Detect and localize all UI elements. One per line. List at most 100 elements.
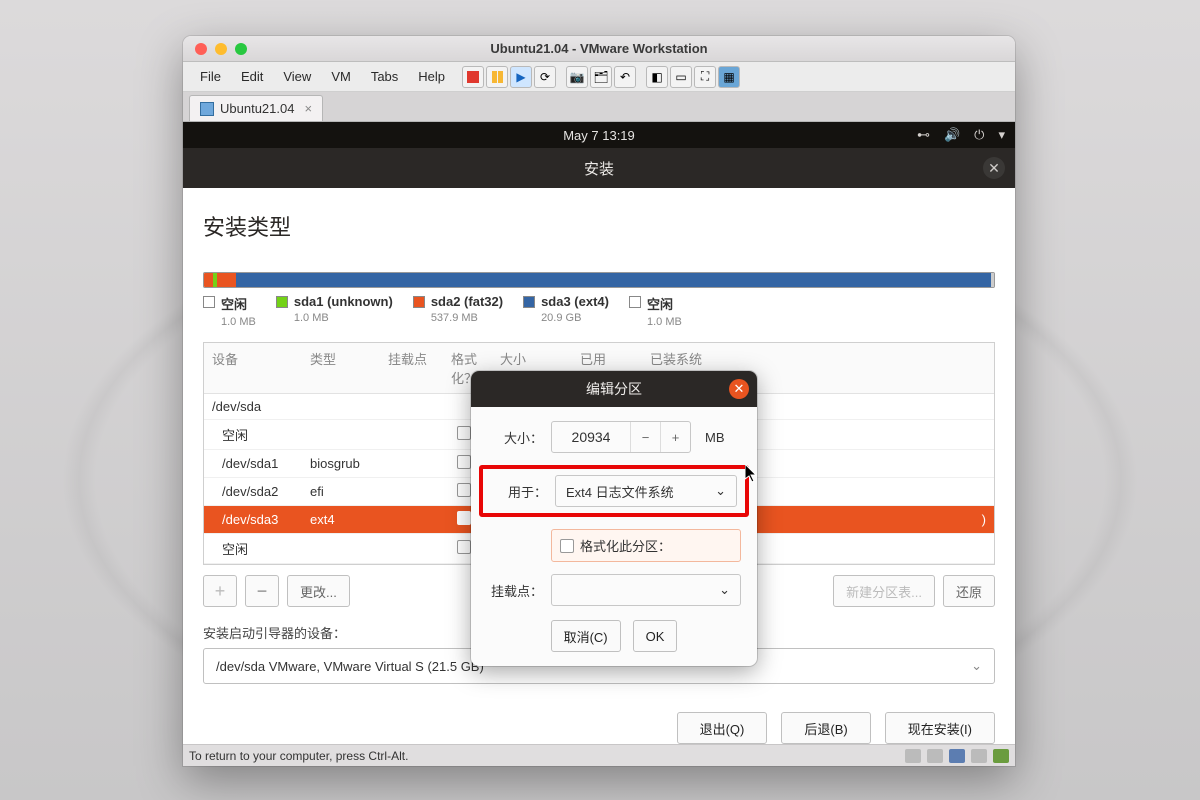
format-checkbox[interactable] — [457, 483, 471, 497]
mount-label: 挂载点： — [487, 581, 543, 600]
plus-button[interactable]: + — [660, 422, 690, 452]
size-input[interactable]: 20934 — [552, 429, 630, 445]
legend-size: 1.0 MB — [294, 312, 329, 324]
cell-device: /dev/sda1 — [204, 451, 302, 476]
chevron-down-icon: ⌄ — [719, 582, 730, 598]
status-bar: To return to your computer, press Ctrl-A… — [183, 744, 1015, 766]
fullscreen-icon[interactable]: ⛶ — [694, 66, 716, 88]
chevron-down-icon: ⌄ — [715, 483, 726, 499]
legend-label: 空闲 — [221, 297, 247, 312]
close-icon[interactable]: ✕ — [983, 157, 1005, 179]
power-icon[interactable]: ⏻ — [974, 127, 984, 143]
sound-icon[interactable] — [993, 749, 1009, 763]
snapshot-icon[interactable]: 📷 — [566, 66, 588, 88]
quit-button[interactable]: 退出(Q) — [677, 712, 768, 744]
new-table-button[interactable]: 新建分区表... — [833, 575, 935, 607]
edit-partition-dialog: 编辑分区 ✕ 大小： 20934 − + MB 用于： Ext4 日志文件系统 … — [471, 371, 757, 666]
dialog-title: 编辑分区 — [586, 379, 642, 399]
unity-icon[interactable]: ◧ — [646, 66, 668, 88]
dialog-title-bar: 编辑分区 ✕ — [471, 371, 757, 407]
back-button[interactable]: 后退(B) — [781, 712, 870, 744]
revert-button[interactable]: 还原 — [943, 575, 995, 607]
legend-label: sda2 (fat32) — [431, 294, 503, 309]
legend-size: 20.9 GB — [541, 312, 581, 324]
console-icon[interactable]: ▭ — [670, 66, 692, 88]
mount-select[interactable]: ⌄ — [551, 574, 741, 606]
power-off-icon[interactable] — [462, 66, 484, 88]
revert-icon[interactable]: ↶ — [614, 66, 636, 88]
usb-icon[interactable] — [971, 749, 987, 763]
menu-tabs[interactable]: Tabs — [362, 62, 407, 91]
size-stepper[interactable]: 20934 − + — [551, 421, 691, 453]
seg-sda3 — [236, 273, 991, 287]
use-as-select[interactable]: Ext4 日志文件系统 ⌄ — [555, 475, 737, 507]
swatch-icon — [276, 296, 288, 308]
mac-titlebar: Ubuntu21.04 - VMware Workstation — [183, 36, 1015, 62]
network-icon[interactable]: ⊷ — [917, 127, 930, 143]
menu-help[interactable]: Help — [409, 62, 454, 91]
system-tray[interactable]: ⊷ 🔊 ⏻ ▾ — [917, 127, 1005, 143]
change-button[interactable]: 更改... — [287, 575, 350, 607]
legend-size: 537.9 MB — [431, 312, 478, 324]
cell-device: /dev/sda — [204, 394, 302, 419]
cell-type: ext4 — [302, 507, 380, 532]
col-device: 设备 — [204, 343, 302, 393]
legend-label: sda3 (ext4) — [541, 294, 609, 309]
dialog-actions: 取消(C) OK — [471, 620, 757, 666]
snapshot-manager-icon[interactable]: 🗂 — [590, 66, 612, 88]
toolbar: ▶ ⟳ 📷 🗂 ↶ ◧ ▭ ⛶ ▦ — [462, 66, 740, 88]
cell-type: biosgrub — [302, 451, 380, 476]
thumbnail-icon[interactable]: ▦ — [718, 66, 740, 88]
tab-close-icon[interactable]: × — [304, 101, 312, 116]
ok-button[interactable]: OK — [633, 620, 678, 652]
close-icon[interactable]: ✕ — [729, 379, 749, 399]
cancel-button[interactable]: 取消(C) — [551, 620, 621, 652]
menu-file[interactable]: File — [191, 62, 230, 91]
format-checkbox[interactable] — [457, 511, 471, 525]
menu-bar: File Edit View VM Tabs Help ▶ ⟳ 📷 🗂 ↶ ◧ … — [183, 62, 1015, 92]
format-checkbox[interactable] — [457, 540, 471, 554]
mount-row: 挂载点： ⌄ — [487, 574, 741, 606]
install-button[interactable]: 现在安装(I) — [885, 712, 995, 744]
menu-edit[interactable]: Edit — [232, 62, 272, 91]
minimize-icon[interactable] — [215, 43, 227, 55]
legend-sda1: sda1 (unknown)1.0 MB — [276, 294, 393, 328]
size-label: 大小： — [487, 428, 543, 447]
legend-size: 1.0 MB — [647, 316, 682, 328]
swatch-icon — [629, 296, 641, 308]
format-checkbox[interactable] — [457, 455, 471, 469]
disk-icon[interactable] — [905, 749, 921, 763]
bootloader-value: /dev/sda VMware, VMware Virtual S (21.5 … — [216, 659, 484, 674]
menu-view[interactable]: View — [274, 62, 320, 91]
zoom-icon[interactable] — [235, 43, 247, 55]
format-row[interactable]: 格式化此分区： — [551, 529, 741, 562]
size-row: 大小： 20934 − + MB — [487, 421, 741, 453]
cell-device: 空闲 — [204, 420, 302, 449]
legend-size: 1.0 MB — [221, 316, 256, 328]
legend-free1: 空闲 1.0 MB — [203, 294, 256, 328]
remove-button[interactable]: − — [245, 575, 279, 607]
format-checkbox[interactable] — [560, 539, 574, 553]
cell-device: /dev/sda3 — [204, 507, 302, 532]
legend-sda2: sda2 (fat32) 537.9 MB — [413, 294, 503, 328]
menu-vm[interactable]: VM — [322, 62, 360, 91]
sound-icon[interactable]: 🔊 — [944, 127, 960, 143]
network-icon[interactable] — [949, 749, 965, 763]
close-icon[interactable] — [195, 43, 207, 55]
minus-button[interactable]: − — [630, 422, 660, 452]
cycle-icon[interactable]: ⟳ — [534, 66, 556, 88]
header-title: 安装 — [584, 158, 614, 179]
vm-tab[interactable]: Ubuntu21.04 × — [189, 95, 323, 121]
cd-icon[interactable] — [927, 749, 943, 763]
use-as-label: 用于： — [491, 482, 547, 501]
pause-icon[interactable] — [486, 66, 508, 88]
format-checkbox[interactable] — [457, 426, 471, 440]
highlight-box: 用于： Ext4 日志文件系统 ⌄ — [479, 465, 749, 517]
status-icons — [905, 749, 1009, 763]
play-icon[interactable]: ▶ — [510, 66, 532, 88]
add-button[interactable]: + — [203, 575, 237, 607]
chevron-down-icon[interactable]: ▾ — [998, 127, 1005, 143]
cell-device: 空闲 — [204, 534, 302, 563]
seg-free1 — [204, 273, 213, 287]
cell-device: /dev/sda2 — [204, 479, 302, 504]
